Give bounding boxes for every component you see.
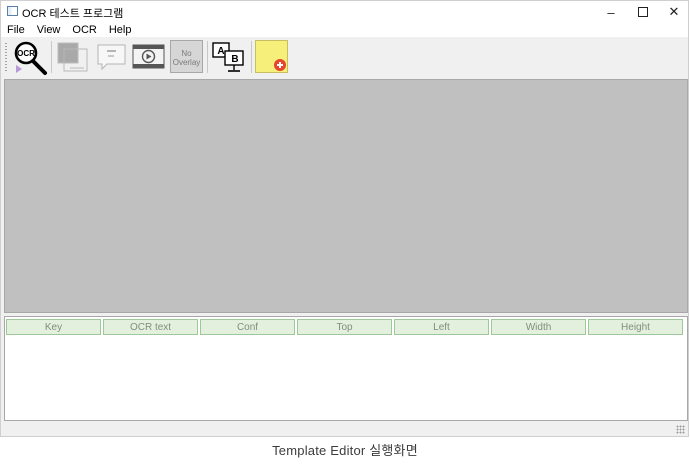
speech-bubble-icon [97,44,126,71]
status-bar [1,422,688,436]
title-bar[interactable]: OCR 테스트 프로그램 – ✕ [1,1,688,23]
menu-ocr[interactable]: OCR [66,24,102,36]
toolbar-separator [207,41,208,73]
column-header-ocr-text[interactable]: OCR text [103,319,198,335]
overlay-region-icon [57,42,88,72]
toolbar-separator [251,41,252,73]
app-icon [7,6,18,16]
ocr-text-view-button[interactable] [95,40,128,73]
column-header-left[interactable]: Left [394,319,489,335]
ocr-magnifier-icon: OCR [14,41,47,75]
toolbar-grip[interactable] [5,43,7,71]
column-header-width[interactable]: Width [491,319,586,335]
no-overlay-label-1: No [181,49,192,58]
column-header-height[interactable]: Height [588,319,683,335]
run-ocr-button[interactable]: OCR [12,40,47,75]
app-window: OCR 테스트 프로그램 – ✕ File View OCR Help OCR [0,0,689,437]
add-plus-icon [274,59,286,71]
toolbar-separator [51,41,52,73]
ocr-icon-text: OCR [17,49,35,58]
toolbar: OCR No Overlay A B [1,37,688,76]
image-canvas[interactable] [4,79,688,313]
dual-monitor-ab-icon: A B [212,42,244,72]
window-title: OCR 테스트 프로그램 [22,8,124,20]
ab-icon-b: B [231,54,238,65]
grid-header-row: Key OCR text Conf Top Left Width Height [6,319,685,335]
screenshot-caption: Template Editor 실행화면 [272,443,418,458]
maximize-icon [638,7,648,17]
ab-icon-a: A [217,46,224,57]
menu-bar: File View OCR Help [1,23,688,37]
column-header-conf[interactable]: Conf [200,319,295,335]
no-overlay-label-2: Overlay [172,58,201,67]
menu-view[interactable]: View [31,24,67,36]
compare-ab-button[interactable]: A B [211,40,244,73]
menu-help[interactable]: Help [103,24,138,36]
add-template-button[interactable] [255,40,288,73]
minimize-button[interactable]: – [596,1,626,23]
no-overlay-button[interactable]: No Overlay [170,40,203,73]
close-button[interactable]: ✕ [659,1,689,23]
column-header-top[interactable]: Top [297,319,392,335]
ocr-result-grid[interactable]: Key OCR text Conf Top Left Width Height [4,316,688,421]
resize-grip[interactable] [676,425,685,434]
capture-region-button[interactable] [56,40,89,73]
menu-file[interactable]: File [1,24,31,36]
film-play-icon [132,44,165,69]
column-header-key[interactable]: Key [6,319,101,335]
maximize-button[interactable] [628,1,658,23]
video-play-button[interactable] [132,40,165,73]
